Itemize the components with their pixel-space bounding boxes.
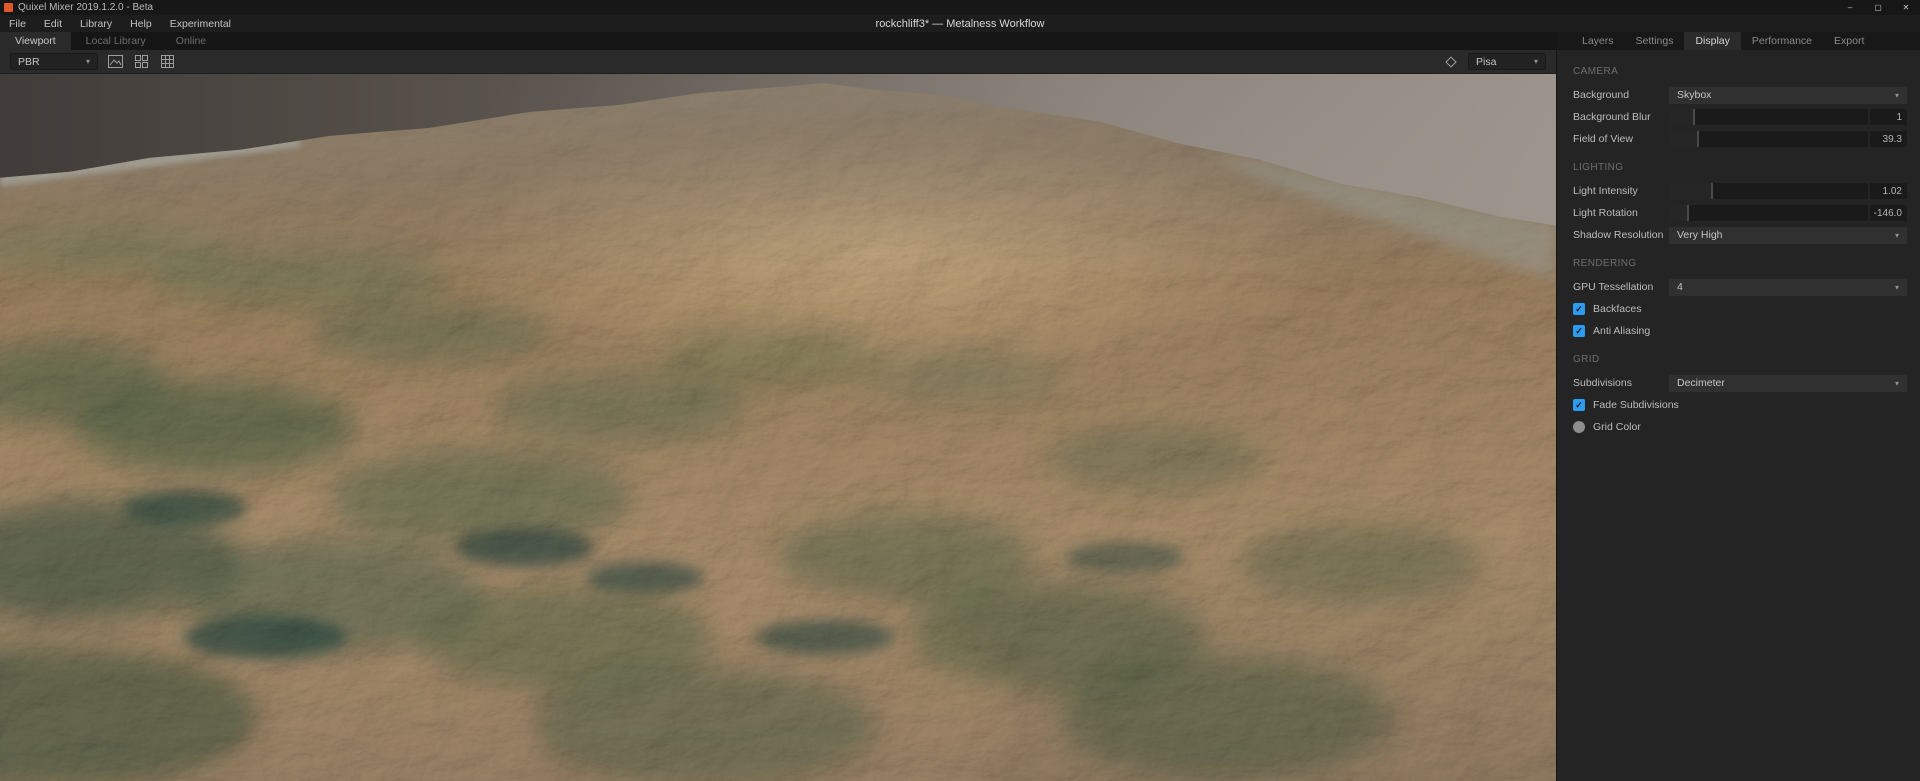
chevron-down-icon: ▾ <box>1533 57 1538 66</box>
light-intensity-slider[interactable] <box>1669 183 1868 199</box>
menubar: rockchliff3* — Metalness Workflow File E… <box>0 15 1920 32</box>
row-grid-color: Grid Color <box>1557 416 1920 438</box>
tab-export[interactable]: Export <box>1823 32 1875 50</box>
viewport-toolbar: PBR ▾ Pisa ▾ <box>0 50 1556 74</box>
titlebar: Quixel Mixer 2019.1.2.0 - Beta – ▢ ✕ <box>0 0 1920 15</box>
window-title: Quixel Mixer 2019.1.2.0 - Beta <box>18 2 154 13</box>
anti-aliasing-checkbox[interactable]: ✓ <box>1573 325 1585 337</box>
app-logo-icon <box>4 3 13 12</box>
close-button[interactable]: ✕ <box>1892 0 1920 15</box>
backfaces-checkbox[interactable]: ✓ <box>1573 303 1585 315</box>
tab-online[interactable]: Online <box>161 32 221 50</box>
main-tab-bar: Viewport Local Library Online <box>0 32 1556 50</box>
light-intensity-label: Light Intensity <box>1573 185 1638 197</box>
row-light-rotation: Light Rotation -146.0 <box>1557 202 1920 224</box>
chevron-down-icon: ▾ <box>1894 90 1899 100</box>
chevron-down-icon: ▾ <box>85 57 90 66</box>
window-controls: – ▢ ✕ <box>1836 0 1920 15</box>
shadow-resolution-label: Shadow Resolution <box>1573 229 1664 241</box>
maximize-button[interactable]: ▢ <box>1864 0 1892 15</box>
tab-performance[interactable]: Performance <box>1741 32 1823 50</box>
slider-fill <box>1669 183 1713 199</box>
background-blur-slider[interactable] <box>1669 109 1868 125</box>
fade-subdivisions-checkbox[interactable]: ✓ <box>1573 399 1585 411</box>
row-shadow-resolution: Shadow Resolution Very High ▾ <box>1557 224 1920 246</box>
subdivisions-label: Subdivisions <box>1573 377 1632 389</box>
gpu-tessellation-value: 4 <box>1677 281 1683 293</box>
slider-fill <box>1669 131 1699 147</box>
app-window: Quixel Mixer 2019.1.2.0 - Beta – ▢ ✕ roc… <box>0 0 1920 781</box>
chevron-down-icon: ▾ <box>1894 230 1899 240</box>
menu-edit[interactable]: Edit <box>35 18 71 30</box>
camera-preset-value: Pisa <box>1476 55 1497 68</box>
fade-subdivisions-label: Fade Subdivisions <box>1593 399 1679 411</box>
row-light-intensity: Light Intensity 1.02 <box>1557 180 1920 202</box>
tab-viewport[interactable]: Viewport <box>0 32 71 50</box>
backfaces-label: Backfaces <box>1593 303 1642 315</box>
tab-layers[interactable]: Layers <box>1571 32 1625 50</box>
row-background: Background Skybox ▾ <box>1557 84 1920 106</box>
light-rotation-value[interactable]: -146.0 <box>1870 205 1907 221</box>
chevron-down-icon: ▾ <box>1894 378 1899 388</box>
menu-file[interactable]: File <box>0 18 35 30</box>
camera-preset-dropdown[interactable]: Pisa ▾ <box>1468 53 1546 70</box>
row-gpu-tessellation: GPU Tessellation 4 ▾ <box>1557 276 1920 298</box>
left-area: Viewport Local Library Online PBR ▾ Pisa… <box>0 32 1556 781</box>
shadow-resolution-dropdown[interactable]: Very High ▾ <box>1669 226 1907 244</box>
slider-fill <box>1669 205 1689 221</box>
section-title-camera: CAMERA <box>1573 66 1619 77</box>
row-fade-subdivisions: ✓ Fade Subdivisions <box>1557 394 1920 416</box>
minimize-button[interactable]: – <box>1836 0 1864 15</box>
viewport-3d[interactable] <box>0 74 1556 781</box>
row-field-of-view: Field of View 39.3 <box>1557 128 1920 150</box>
field-of-view-label: Field of View <box>1573 133 1633 145</box>
subdivisions-value: Decimeter <box>1677 377 1725 389</box>
light-rotation-slider[interactable] <box>1669 205 1868 221</box>
row-anti-aliasing: ✓ Anti Aliasing <box>1557 320 1920 342</box>
subdivisions-dropdown[interactable]: Decimeter ▾ <box>1669 374 1907 392</box>
panel-tab-bar: Layers Settings Display Performance Expo… <box>1557 32 1920 50</box>
field-of-view-slider[interactable] <box>1669 131 1868 147</box>
background-blur-label: Background Blur <box>1573 111 1651 123</box>
anti-aliasing-label: Anti Aliasing <box>1593 325 1651 337</box>
shading-mode-value: PBR <box>18 55 40 68</box>
background-value: Skybox <box>1677 89 1712 101</box>
slider-fill <box>1669 109 1695 125</box>
gpu-tessellation-label: GPU Tessellation <box>1573 281 1654 293</box>
grid-view-icon[interactable] <box>158 53 176 71</box>
shadow-resolution-value: Very High <box>1677 229 1723 241</box>
light-rotation-label: Light Rotation <box>1573 207 1638 219</box>
split-view-icon[interactable] <box>132 53 150 71</box>
display-panel-body: CAMERA Background Skybox ▾ Background Bl… <box>1557 50 1920 781</box>
section-title-grid: GRID <box>1573 354 1600 365</box>
right-panel: Layers Settings Display Performance Expo… <box>1556 32 1920 781</box>
menu-library[interactable]: Library <box>71 18 121 30</box>
background-blur-value[interactable]: 1 <box>1870 109 1907 125</box>
background-dropdown[interactable]: Skybox ▾ <box>1669 86 1907 104</box>
section-title-rendering: RENDERING <box>1573 258 1637 269</box>
tab-settings[interactable]: Settings <box>1625 32 1685 50</box>
grid-color-swatch[interactable] <box>1573 421 1585 433</box>
grid-color-label: Grid Color <box>1593 421 1641 433</box>
tab-display[interactable]: Display <box>1684 32 1741 50</box>
field-of-view-value[interactable]: 39.3 <box>1870 131 1907 147</box>
menu-experimental[interactable]: Experimental <box>161 18 240 30</box>
background-label: Background <box>1573 89 1630 101</box>
viewport-3d-render[interactable] <box>0 74 1556 781</box>
single-view-icon[interactable] <box>106 53 124 71</box>
shading-mode-dropdown[interactable]: PBR ▾ <box>10 53 98 70</box>
row-subdivisions: Subdivisions Decimeter ▾ <box>1557 372 1920 394</box>
section-title-lighting: LIGHTING <box>1573 162 1624 173</box>
menu-help[interactable]: Help <box>121 18 161 30</box>
row-backfaces: ✓ Backfaces <box>1557 298 1920 320</box>
environment-skybox-icon[interactable] <box>1442 53 1460 71</box>
gpu-tessellation-dropdown[interactable]: 4 ▾ <box>1669 278 1907 296</box>
document-title: rockchliff3* — Metalness Workflow <box>875 17 1045 30</box>
light-intensity-value[interactable]: 1.02 <box>1870 183 1907 199</box>
tab-local-library[interactable]: Local Library <box>71 32 161 50</box>
row-background-blur: Background Blur 1 <box>1557 106 1920 128</box>
workspace: Viewport Local Library Online PBR ▾ Pisa… <box>0 32 1920 781</box>
chevron-down-icon: ▾ <box>1894 282 1899 292</box>
